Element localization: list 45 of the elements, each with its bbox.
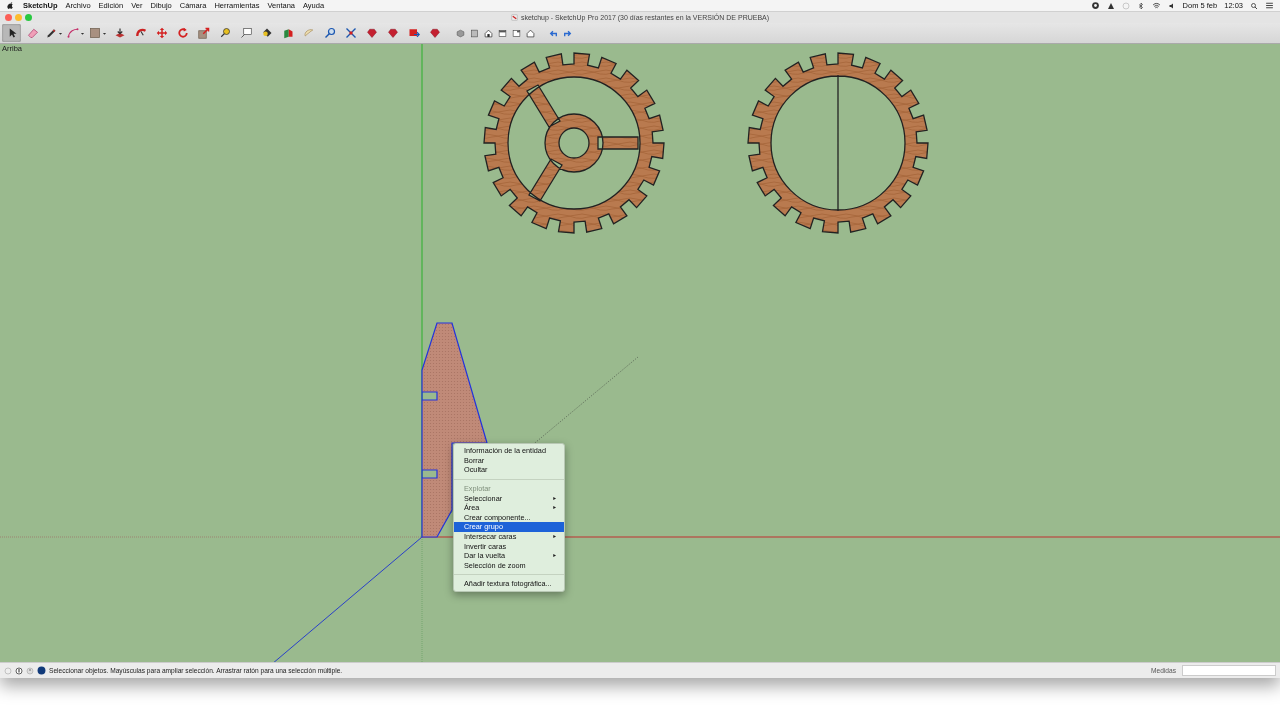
pencil-icon: [45, 27, 57, 39]
square-icon: [89, 27, 101, 39]
gem-icon: [365, 27, 378, 39]
wifi-icon[interactable]: [1151, 1, 1161, 10]
caret-icon: [58, 30, 63, 36]
scale-icon: [197, 27, 210, 39]
push-pull-icon: [113, 27, 126, 39]
text-label-icon: [239, 27, 252, 39]
move-icon: [155, 27, 168, 39]
iso-cube-icon: [456, 28, 465, 38]
orbit-icon: [302, 27, 315, 39]
house-outline-icon: [526, 28, 535, 38]
tool-button[interactable]: [2, 24, 21, 42]
magnifier-icon: [323, 27, 336, 39]
caret-icon: [80, 30, 85, 36]
tape-measure-icon: [218, 27, 231, 39]
apple-logo-icon: [6, 1, 15, 10]
follow-me-icon: [134, 27, 147, 39]
triangle-icon[interactable]: [1106, 1, 1115, 10]
gem-icon: [428, 27, 441, 39]
rotate-icon: [176, 27, 189, 39]
measurements-field[interactable]: [1182, 665, 1276, 676]
credits-icon[interactable]: [15, 666, 23, 675]
section-plane-icon: [281, 27, 294, 39]
search-icon[interactable]: [1250, 1, 1258, 10]
send-icon: [407, 27, 420, 39]
eraser-icon: [26, 27, 39, 39]
undo-icon: [549, 28, 558, 38]
zoom-extents-icon: [344, 27, 357, 39]
house-icon: [484, 28, 493, 38]
paint-bucket-icon: [260, 27, 273, 39]
submenu-arrow-icon: [552, 553, 557, 559]
right-view-icon: [512, 28, 521, 38]
arc-icon: [67, 27, 79, 39]
redo-icon: [563, 28, 572, 38]
close-button[interactable]: [5, 14, 12, 21]
help-icon[interactable]: [37, 666, 46, 675]
gem-icon: [386, 27, 399, 39]
eye-icon[interactable]: [1090, 1, 1100, 10]
submenu-arrow-icon: [552, 534, 557, 540]
front-view-icon: [498, 28, 507, 38]
list-icon[interactable]: [1265, 1, 1274, 10]
caret-icon: [102, 30, 107, 36]
bluetooth-icon[interactable]: [1136, 1, 1145, 10]
top-view-icon: [470, 28, 479, 38]
